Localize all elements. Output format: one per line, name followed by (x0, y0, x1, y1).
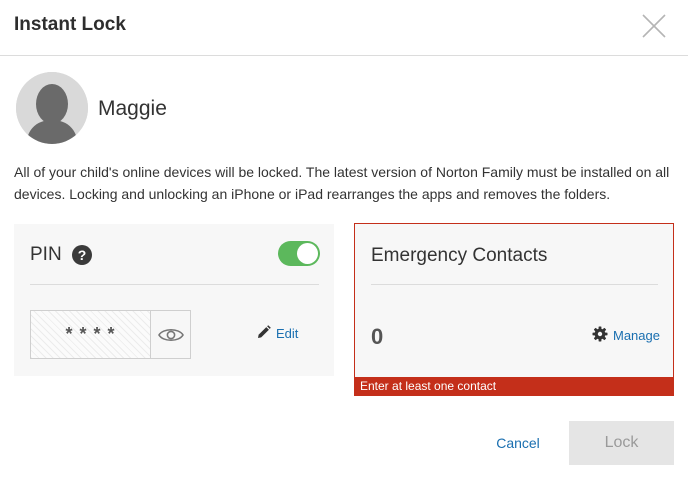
pin-label: PIN (30, 244, 62, 265)
dialog-title: Instant Lock (14, 14, 126, 35)
manage-label: Manage (613, 328, 660, 343)
edit-label: Edit (276, 326, 299, 341)
pin-card: PIN ? **** Edit (14, 224, 334, 376)
eye-icon (158, 328, 184, 342)
emergency-contacts-count: 0 (371, 324, 384, 349)
default-avatar-icon (16, 72, 88, 144)
manage-contacts-link[interactable]: Manage (592, 326, 660, 343)
lock-button[interactable]: Lock (569, 421, 674, 465)
dialog-header: Instant Lock (0, 0, 688, 56)
question-icon[interactable]: ? (72, 245, 92, 265)
pin-toggle[interactable] (278, 241, 320, 266)
close-icon[interactable] (640, 12, 668, 40)
divider (30, 284, 319, 285)
pin-masked-field: **** (30, 310, 151, 359)
edit-pin-link[interactable]: Edit (258, 325, 299, 341)
toggle-knob (297, 243, 318, 264)
gear-icon (592, 326, 608, 342)
child-name: Maggie (98, 97, 167, 120)
divider (371, 284, 658, 285)
pencil-icon (258, 325, 271, 338)
show-pin-button[interactable] (150, 310, 191, 359)
lock-description: All of your child's online devices will … (14, 164, 670, 202)
emergency-contacts-title: Emergency Contacts (371, 245, 548, 266)
emergency-contacts-card: Emergency Contacts 0 Manage Enter at lea… (354, 223, 674, 396)
emergency-contacts-error: Enter at least one contact (355, 377, 673, 395)
cancel-button[interactable]: Cancel (484, 421, 552, 465)
